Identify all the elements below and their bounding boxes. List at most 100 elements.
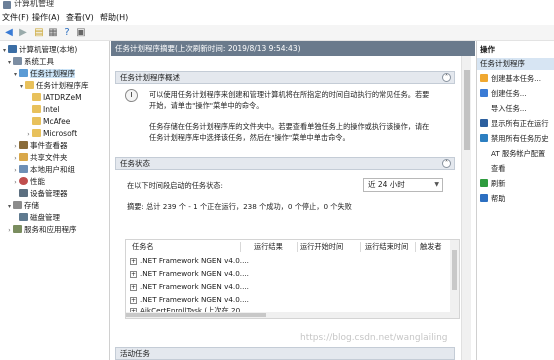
- column-header-end-time[interactable]: 运行结束时间: [365, 242, 408, 252]
- tree-item-device-manager[interactable]: 设备管理器: [19, 188, 68, 200]
- storage-icon: [13, 201, 22, 209]
- scrollbar-thumb[interactable]: [464, 70, 470, 150]
- chevron-down-icon[interactable]: ▾: [6, 201, 13, 213]
- create-task-icon: [480, 89, 488, 97]
- scrollbar-thumb[interactable]: [126, 313, 266, 317]
- users-icon: [19, 165, 28, 173]
- tree-item-performance[interactable]: › 性能: [12, 176, 45, 188]
- task-status-table: 任务名 运行结果 运行开始时间 运行结束时间 触发者 + .NET Framewo…: [125, 239, 460, 319]
- column-header-task-name[interactable]: 任务名: [132, 242, 154, 252]
- action-help[interactable]: 帮助: [480, 193, 505, 205]
- console-tree: ▾ 计算机管理(本地) ▾ 系统工具 ▾ 任务计划程序 ▾ 任务计划程序库 IATDRZ…: [0, 41, 110, 360]
- period-select[interactable]: 近 24 小时 ▼: [363, 178, 443, 192]
- column-header-start-time[interactable]: 运行开始时间: [300, 242, 343, 252]
- overview-section-header[interactable]: 任务计划程序概述 ˄: [115, 71, 455, 84]
- services-icon: [13, 225, 22, 233]
- watermark: https://blog.csdn.net/wanglailing: [300, 333, 448, 343]
- table-row[interactable]: + .NET Framework NGEN v4.0....: [130, 281, 249, 293]
- active-tasks-section-header[interactable]: 活动任务: [115, 347, 455, 360]
- column-header-triggered-by[interactable]: 触发者: [420, 242, 442, 252]
- view-icon: [480, 164, 488, 172]
- tree-item-microsoft[interactable]: › Microsoft: [25, 128, 77, 140]
- status-section-header[interactable]: 任务状态 ˄: [115, 157, 455, 170]
- actions-subheader[interactable]: 任务计划程序: [477, 58, 554, 70]
- expand-icon[interactable]: +: [130, 271, 137, 278]
- tree-item-storage[interactable]: ▾ 存储: [6, 200, 39, 212]
- column-divider[interactable]: [297, 242, 298, 252]
- action-show-running[interactable]: 显示所有正在运行: [480, 118, 549, 130]
- menu-view[interactable]: 查看(V): [66, 12, 94, 23]
- up-icon[interactable]: ▤: [33, 27, 45, 39]
- forward-icon[interactable]: ▶: [17, 27, 29, 39]
- status-section-title: 任务状态: [120, 159, 150, 168]
- overview-paragraph-2: 任务存储在任务计划程序库的文件夹中。若要查看单独任务上的操作或执行该操作，请在 …: [149, 122, 430, 142]
- table-row[interactable]: + .NET Framework NGEN v4.0....: [130, 268, 249, 280]
- collapse-icon[interactable]: ˄: [442, 159, 451, 168]
- collapse-icon[interactable]: ˄: [442, 73, 451, 82]
- window-title: 计算机管理: [14, 0, 54, 8]
- active-tasks-section-title: 活动任务: [120, 349, 150, 358]
- computer-icon: [8, 45, 17, 53]
- chevron-down-icon[interactable]: ▾: [18, 81, 25, 93]
- back-icon[interactable]: ◀: [3, 27, 15, 39]
- column-header-result[interactable]: 运行结果: [254, 242, 283, 252]
- action-at-service-account[interactable]: AT 服务帐户配置: [480, 148, 545, 160]
- tree-item-intel[interactable]: Intel: [32, 104, 60, 116]
- help-icon[interactable]: ?: [61, 27, 73, 39]
- period-label: 在以下时间段启动的任务状态:: [127, 181, 223, 190]
- menu-file[interactable]: 文件(F): [2, 12, 29, 23]
- column-divider[interactable]: [415, 242, 416, 252]
- running-tasks-icon: [480, 119, 488, 127]
- action-refresh[interactable]: 刷新: [480, 178, 505, 190]
- tree-item-iatdrzem[interactable]: IATDRZeM: [32, 92, 82, 104]
- scrollbar-thumb[interactable]: [452, 250, 457, 290]
- chevron-right-icon[interactable]: ›: [6, 225, 13, 237]
- center-pane: 任务计划程序摘要(上次刷新时间: 2019/8/13 9:54:43) 任务计划…: [111, 41, 475, 360]
- disable-history-icon: [480, 134, 488, 142]
- tree-item-task-scheduler[interactable]: ▾ 任务计划程序: [12, 68, 75, 80]
- disk-icon: [19, 213, 28, 221]
- tree-item-services-apps[interactable]: › 服务和应用程序: [6, 224, 77, 236]
- tree-item-disk-management[interactable]: 磁盘管理: [19, 212, 60, 224]
- expand-icon[interactable]: +: [130, 297, 137, 304]
- table-vertical-scrollbar[interactable]: [450, 240, 459, 318]
- chevron-right-icon[interactable]: ›: [12, 177, 19, 189]
- action-disable-history[interactable]: 禁用所有任务历史: [480, 133, 549, 145]
- device-manager-icon: [19, 189, 28, 197]
- tree-item-task-library[interactable]: ▾ 任务计划程序库: [18, 80, 89, 92]
- tree-item-mcafee[interactable]: McAfee: [32, 116, 70, 128]
- shared-folder-icon: [19, 153, 28, 161]
- action-view[interactable]: 查看: [480, 163, 505, 175]
- tree-item-system-tools[interactable]: ▾ 系统工具: [6, 56, 54, 68]
- expand-icon[interactable]: +: [130, 258, 137, 265]
- toolbar: ◀ ▶ ▤ ▦ ? ▣: [0, 25, 554, 41]
- status-summary: 摘要: 总计 239 个 - 1 个正在运行，238 个成功，0 个停止，0 个…: [127, 202, 352, 211]
- task-scheduler-icon: [19, 69, 28, 77]
- properties-icon[interactable]: ▦: [47, 27, 59, 39]
- column-divider[interactable]: [360, 242, 361, 252]
- event-viewer-icon: [19, 141, 28, 149]
- menu-help[interactable]: 帮助(H): [100, 12, 128, 23]
- table-row[interactable]: + .NET Framework NGEN v4.0....: [130, 255, 249, 267]
- view-icon[interactable]: ▣: [75, 27, 87, 39]
- tree-item-local-users[interactable]: › 本地用户和组: [12, 164, 75, 176]
- performance-icon: [19, 177, 28, 185]
- tree-item-computer-management[interactable]: ▾ 计算机管理(本地): [1, 44, 77, 56]
- folder-icon: [25, 81, 34, 89]
- column-divider[interactable]: [240, 242, 241, 252]
- tools-icon: [13, 57, 22, 65]
- center-scrollbar[interactable]: [461, 56, 471, 360]
- action-import-task[interactable]: 导入任务...: [480, 103, 527, 115]
- action-create-basic-task[interactable]: 创建基本任务...: [480, 73, 541, 85]
- create-basic-task-icon: [480, 74, 488, 82]
- folder-icon: [32, 93, 41, 101]
- action-create-task[interactable]: 创建任务...: [480, 88, 527, 100]
- tree-item-shared-folders[interactable]: › 共享文件夹: [12, 152, 68, 164]
- title-bar: 计算机管理: [0, 0, 554, 10]
- chevron-down-icon: ▼: [434, 181, 439, 188]
- expand-icon[interactable]: +: [130, 284, 137, 291]
- computer-management-icon: [3, 1, 11, 9]
- tree-item-event-viewer[interactable]: › 事件查看器: [12, 140, 68, 152]
- menu-action[interactable]: 操作(A): [32, 12, 60, 23]
- table-horizontal-scrollbar[interactable]: [126, 312, 452, 318]
